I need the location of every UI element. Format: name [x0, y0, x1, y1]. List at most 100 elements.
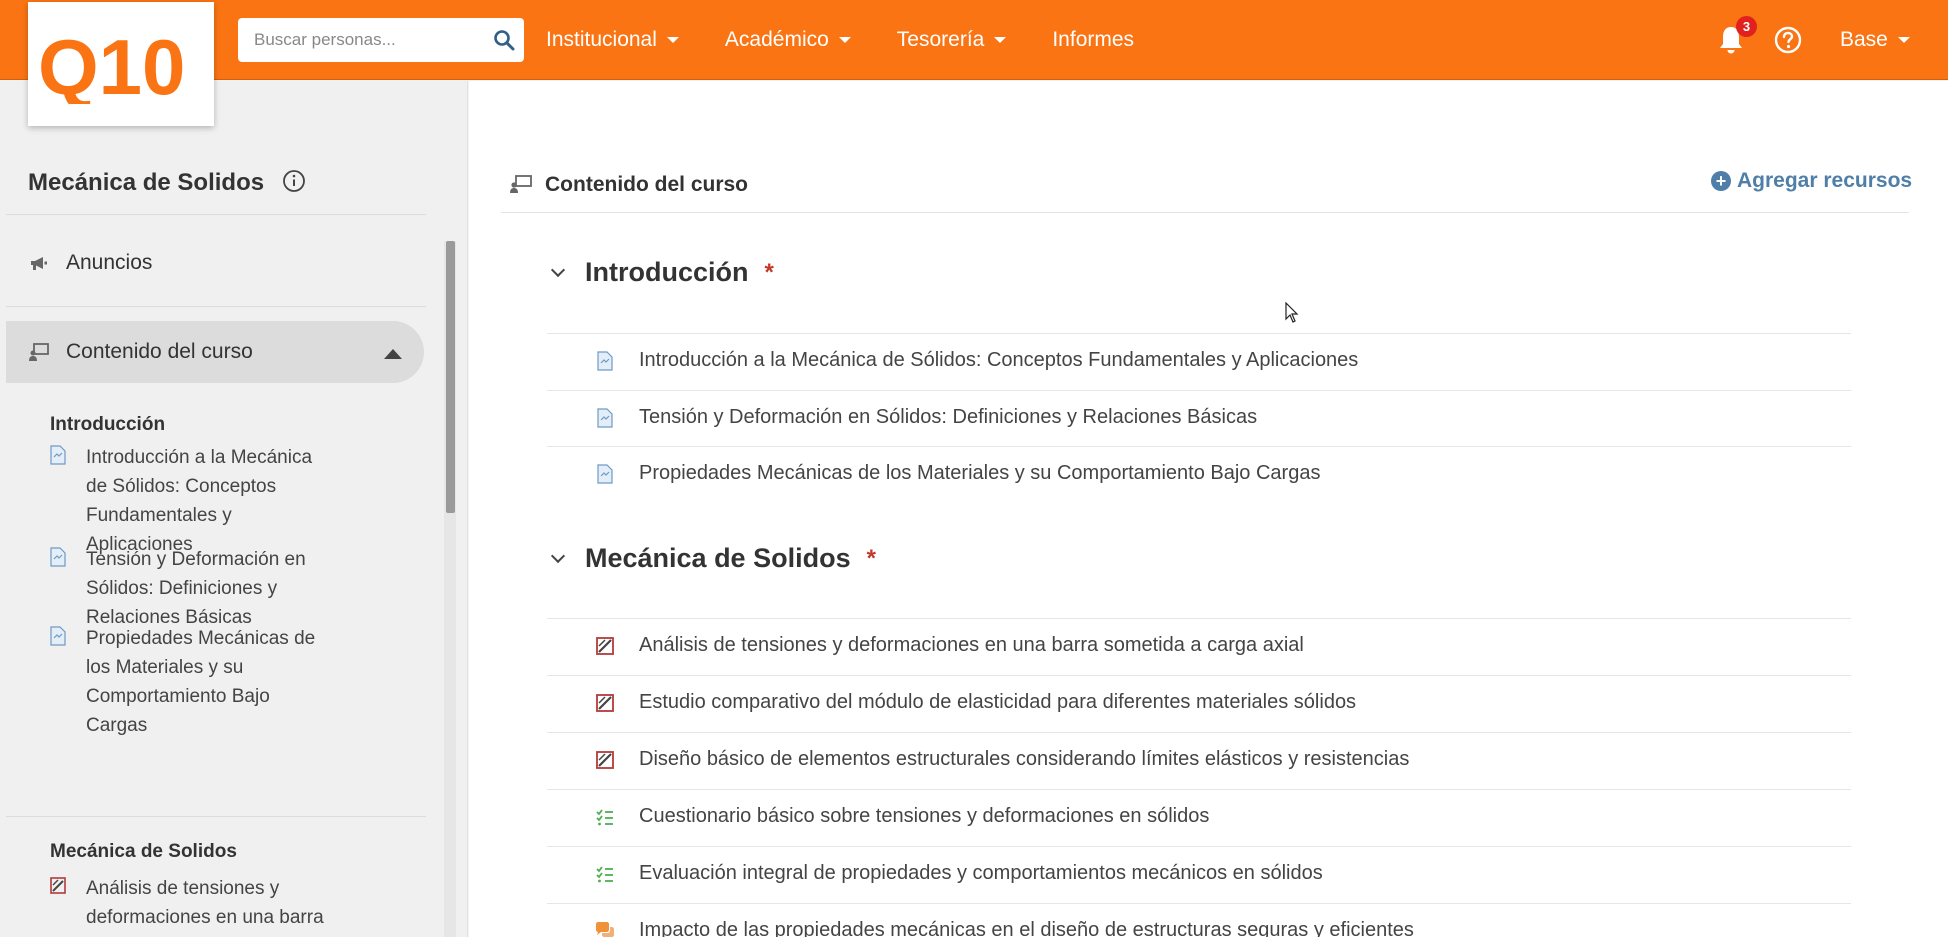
- sidebar-item-contenido[interactable]: Contenido del curso: [28, 340, 253, 364]
- sidebar-list-item-label: Propiedades Mecánicas de los Materiales …: [86, 628, 316, 736]
- nav-institucional-label: Institucional: [546, 28, 657, 51]
- forum-icon: [596, 921, 614, 937]
- content-item-label: Introducción a la Mecánica de Sólidos: C…: [639, 349, 1359, 371]
- divider: [6, 306, 426, 307]
- user-menu-label: Base: [1840, 28, 1888, 51]
- section-title: Introducción: [585, 257, 749, 287]
- required-mark: *: [866, 544, 876, 572]
- user-menu[interactable]: Base: [1840, 28, 1910, 52]
- content-item[interactable]: Estudio comparativo del módulo de elasti…: [595, 691, 1356, 714]
- nav-informes[interactable]: Informes: [1052, 28, 1134, 52]
- course-content-icon: [510, 175, 532, 193]
- help-icon[interactable]: [1774, 26, 1802, 54]
- divider: [547, 446, 1851, 447]
- assignment-icon: [596, 693, 614, 712]
- content-item[interactable]: Cuestionario básico sobre tensiones y de…: [595, 805, 1209, 828]
- quiz-icon: [596, 808, 613, 825]
- assignment-icon: [596, 750, 614, 769]
- assignment-icon: [50, 877, 66, 894]
- content-item[interactable]: Diseño básico de elementos estructurales…: [595, 748, 1409, 771]
- divider: [547, 846, 1851, 847]
- content-item-label: Cuestionario básico sobre tensiones y de…: [639, 805, 1210, 827]
- divider: [547, 903, 1851, 904]
- nav-academico-label: Académico: [724, 28, 829, 51]
- assignment-icon: [596, 636, 614, 655]
- sidebar-list-item-label: Introducción a la Mecánica de Sólidos: C…: [86, 447, 313, 555]
- sidebar-list-item[interactable]: Análisis de tensiones y deformaciones en…: [50, 874, 350, 932]
- caret-down-icon: [994, 37, 1007, 43]
- content-item-label: Impacto de las propiedades mecánicas en …: [639, 919, 1414, 937]
- document-icon: [597, 350, 613, 371]
- content-item-label: Análisis de tensiones y deformaciones en…: [639, 634, 1304, 656]
- divider: [501, 212, 1909, 213]
- content-item[interactable]: Propiedades Mecánicas de los Materiales …: [595, 462, 1320, 485]
- add-resources-label: Agregar recursos: [1737, 169, 1913, 192]
- divider: [547, 675, 1851, 676]
- sidebar-item-contenido-label: Contenido del curso: [66, 340, 253, 363]
- top-navbar: Institucional Académico Tesorería Inform…: [0, 0, 1948, 80]
- sidebar-list-item-label: Análisis de tensiones y deformaciones en…: [86, 878, 324, 928]
- content-item-label: Propiedades Mecánicas de los Materiales …: [639, 462, 1321, 484]
- content-item[interactable]: Introducción a la Mecánica de Sólidos: C…: [595, 349, 1358, 372]
- divider: [547, 789, 1851, 790]
- content-item[interactable]: Tensión y Deformación en Sólidos: Defini…: [595, 406, 1257, 429]
- sidebar-section-introduccion: Introducción: [50, 414, 166, 435]
- course-content-icon: [29, 343, 49, 361]
- content-item[interactable]: Impacto de las propiedades mecánicas en …: [595, 919, 1414, 937]
- sidebar-item-anuncios[interactable]: Anuncios: [28, 251, 152, 275]
- nav-informes-label: Informes: [1052, 28, 1135, 51]
- sidebar-item-anuncios-label: Anuncios: [66, 251, 153, 274]
- section-header-introduccion[interactable]: Introducción *: [550, 257, 774, 288]
- chevron-down-icon: [550, 548, 566, 563]
- collapse-arrow-icon[interactable]: [384, 349, 402, 359]
- required-mark: *: [764, 258, 774, 286]
- document-icon: [597, 407, 613, 428]
- sidebar-list-item[interactable]: Tensión y Deformación en Sólidos: Defini…: [50, 545, 350, 632]
- divider: [547, 618, 1851, 619]
- plus-circle-icon: +: [1711, 171, 1731, 191]
- search-box: [238, 18, 524, 62]
- nav-academico[interactable]: Académico: [725, 28, 851, 52]
- main-nav: Institucional Académico Tesorería Inform…: [546, 0, 1180, 80]
- megaphone-icon: [31, 257, 47, 270]
- main-content: Contenido del curso + Agregar recursos I…: [469, 81, 1948, 937]
- search-icon[interactable]: [492, 28, 516, 52]
- section-title: Mecánica de Solidos: [585, 543, 851, 573]
- notification-badge: 3: [1736, 16, 1757, 37]
- divider: [547, 390, 1851, 391]
- divider: [547, 333, 1851, 334]
- sidebar-list-item[interactable]: Propiedades Mecánicas de los Materiales …: [50, 624, 350, 740]
- caret-down-icon: [1897, 37, 1910, 43]
- divider: [547, 732, 1851, 733]
- content-item-label: Evaluación integral de propiedades y com…: [639, 862, 1323, 884]
- document-icon: [597, 463, 613, 484]
- sidebar-section-mecanica: Mecánica de Solidos: [50, 841, 237, 862]
- document-icon: [50, 445, 66, 465]
- content-item[interactable]: Evaluación integral de propiedades y com…: [595, 862, 1323, 885]
- divider: [6, 816, 426, 817]
- content-item-label: Diseño básico de elementos estructurales…: [639, 748, 1410, 770]
- q10-logo[interactable]: Q10: [28, 2, 214, 126]
- content-item[interactable]: Análisis de tensiones y deformaciones en…: [595, 634, 1304, 657]
- sidebar-list-item[interactable]: Introducción a la Mecánica de Sólidos: C…: [50, 443, 350, 559]
- info-icon[interactable]: [282, 169, 306, 193]
- content-item-label: Estudio comparativo del módulo de elasti…: [639, 691, 1357, 713]
- nav-institucional[interactable]: Institucional: [546, 28, 679, 52]
- caret-down-icon: [666, 37, 679, 43]
- chevron-down-icon: [550, 262, 566, 277]
- logo-text: Q10: [38, 24, 185, 104]
- page-title: Contenido del curso: [545, 173, 749, 196]
- nav-tesoreria-label: Tesorería: [896, 28, 985, 51]
- search-input[interactable]: [238, 18, 478, 62]
- caret-down-icon: [838, 37, 851, 43]
- add-resources-button[interactable]: + Agregar recursos: [1711, 169, 1912, 193]
- sidebar: Mecánica de Solidos Anuncios Contenido d…: [0, 81, 468, 937]
- quiz-icon: [596, 865, 613, 882]
- document-icon: [50, 547, 66, 567]
- divider: [6, 214, 426, 215]
- mouse-cursor-icon: [1285, 302, 1299, 323]
- sidebar-scrollbar-thumb[interactable]: [446, 241, 455, 513]
- nav-tesoreria[interactable]: Tesorería: [897, 28, 1007, 52]
- course-title: Mecánica de Solidos: [28, 169, 265, 196]
- section-header-mecanica[interactable]: Mecánica de Solidos *: [550, 543, 876, 574]
